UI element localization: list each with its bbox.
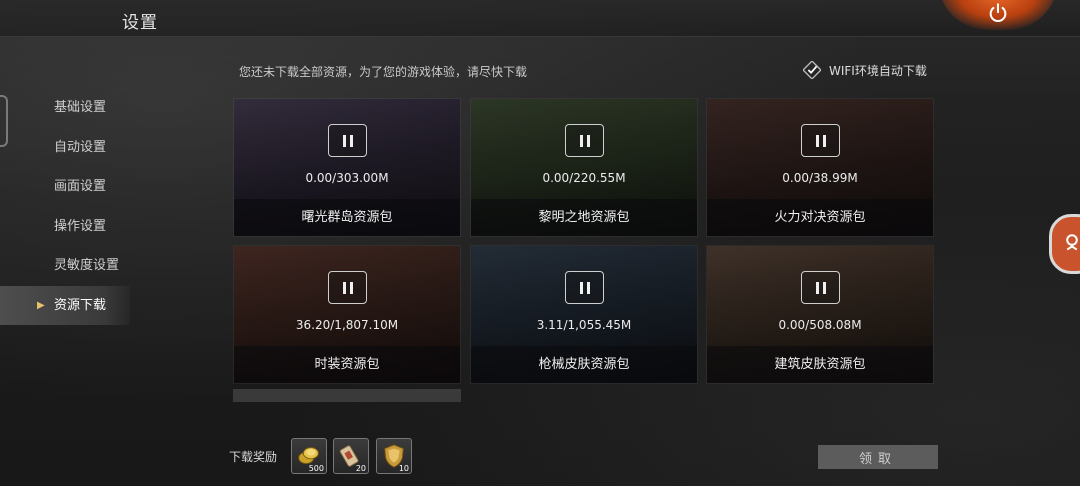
sidebar-item-graphics[interactable]: 画面设置 xyxy=(0,167,130,207)
download-progress: 36.20/1,807.10M xyxy=(295,318,399,332)
download-notice: 您还未下载全部资源，为了您的游戏体验，请尽快下载 xyxy=(239,65,528,79)
reward-item[interactable]: 500 xyxy=(291,438,327,474)
resource-pack-card: 0.00/220.55M 黎明之地资源包 xyxy=(470,98,698,237)
resource-pack-card: 0.00/303.00M 曙光群岛资源包 xyxy=(233,98,461,237)
pause-button[interactable] xyxy=(328,271,367,304)
resource-pack-card: 0.00/508.08M 建筑皮肤资源包 xyxy=(706,245,934,384)
resource-pack-card: 3.11/1,055.45M 枪械皮肤资源包 xyxy=(470,245,698,384)
pause-button[interactable] xyxy=(328,124,367,157)
sidebar-item-label: 操作设置 xyxy=(54,218,107,234)
pack-name: 火力对决资源包 xyxy=(774,210,866,225)
pack-name: 枪械皮肤资源包 xyxy=(538,357,630,372)
download-progress: 0.00/38.99M xyxy=(782,171,858,185)
sidebar-item-controls[interactable]: 操作设置 xyxy=(0,207,130,247)
pack-name: 黎明之地资源包 xyxy=(538,210,630,225)
reward-quantity: 10 xyxy=(398,464,409,473)
download-progress: 3.11/1,055.45M xyxy=(536,318,632,332)
pause-button[interactable] xyxy=(565,124,604,157)
scroll-hint-bar xyxy=(233,389,461,402)
pause-button[interactable] xyxy=(801,271,840,304)
pause-icon xyxy=(342,281,346,294)
resource-pack-card: 0.00/38.99M 火力对决资源包 xyxy=(706,98,934,237)
pause-icon xyxy=(815,134,819,147)
reward-quantity: 20 xyxy=(355,464,366,473)
checkbox-checked-icon[interactable] xyxy=(803,61,821,79)
pack-name: 建筑皮肤资源包 xyxy=(774,357,866,372)
sidebar-item-label: 灵敏度设置 xyxy=(54,258,120,273)
sidebar-item-label: 自动设置 xyxy=(54,139,107,155)
claim-button[interactable]: 领取 xyxy=(818,445,938,469)
sidebar-item-label: 画面设置 xyxy=(54,179,107,194)
page-title: 设置 xyxy=(122,13,158,33)
pause-icon xyxy=(342,134,346,147)
sidebar-item-label: 基础设置 xyxy=(54,100,107,115)
reward-label: 下载奖励 xyxy=(229,450,278,464)
active-arrow-icon: ▶ xyxy=(37,299,45,311)
reward-item[interactable]: 20 xyxy=(333,438,369,474)
reward-quantity: 500 xyxy=(308,464,324,473)
sidebar-item-resource-download[interactable]: ▶ 资源下载 xyxy=(0,285,130,325)
floating-assistant-button[interactable] xyxy=(1049,214,1080,274)
reward-item[interactable]: 10 xyxy=(376,438,412,474)
wifi-auto-download-toggle[interactable]: WIFI环境自动下载 xyxy=(803,61,927,79)
pause-icon xyxy=(815,281,819,294)
settings-sidebar: 基础设置 自动设置 画面设置 操作设置 灵敏度设置 ▶ 资源下载 xyxy=(0,88,130,325)
download-progress: 0.00/220.55M xyxy=(542,171,626,185)
pause-icon xyxy=(579,134,583,147)
pack-name: 时装资源包 xyxy=(314,357,380,372)
resource-pack-grid: 0.00/303.00M 曙光群岛资源包 0.00/220.55M 黎明之地资源… xyxy=(233,98,934,384)
top-bar: 设置 xyxy=(0,0,1080,37)
resource-pack-card: 36.20/1,807.10M 时装资源包 xyxy=(233,245,461,384)
sidebar-item-sensitivity[interactable]: 灵敏度设置 xyxy=(0,246,130,286)
sidebar-item-basic[interactable]: 基础设置 xyxy=(0,88,130,128)
download-progress: 0.00/508.08M xyxy=(778,318,862,332)
pause-button[interactable] xyxy=(801,124,840,157)
sidebar-item-auto[interactable]: 自动设置 xyxy=(0,128,130,168)
wifi-label: WIFI环境自动下载 xyxy=(829,63,927,78)
pack-name: 曙光群岛资源包 xyxy=(301,210,393,225)
assistant-icon xyxy=(1066,234,1078,251)
download-progress: 0.00/303.00M xyxy=(305,171,389,185)
power-icon xyxy=(989,3,1007,22)
sidebar-item-label: 资源下载 xyxy=(54,297,107,313)
pause-icon xyxy=(579,281,583,294)
pause-button[interactable] xyxy=(565,271,604,304)
power-button[interactable] xyxy=(938,0,1058,30)
